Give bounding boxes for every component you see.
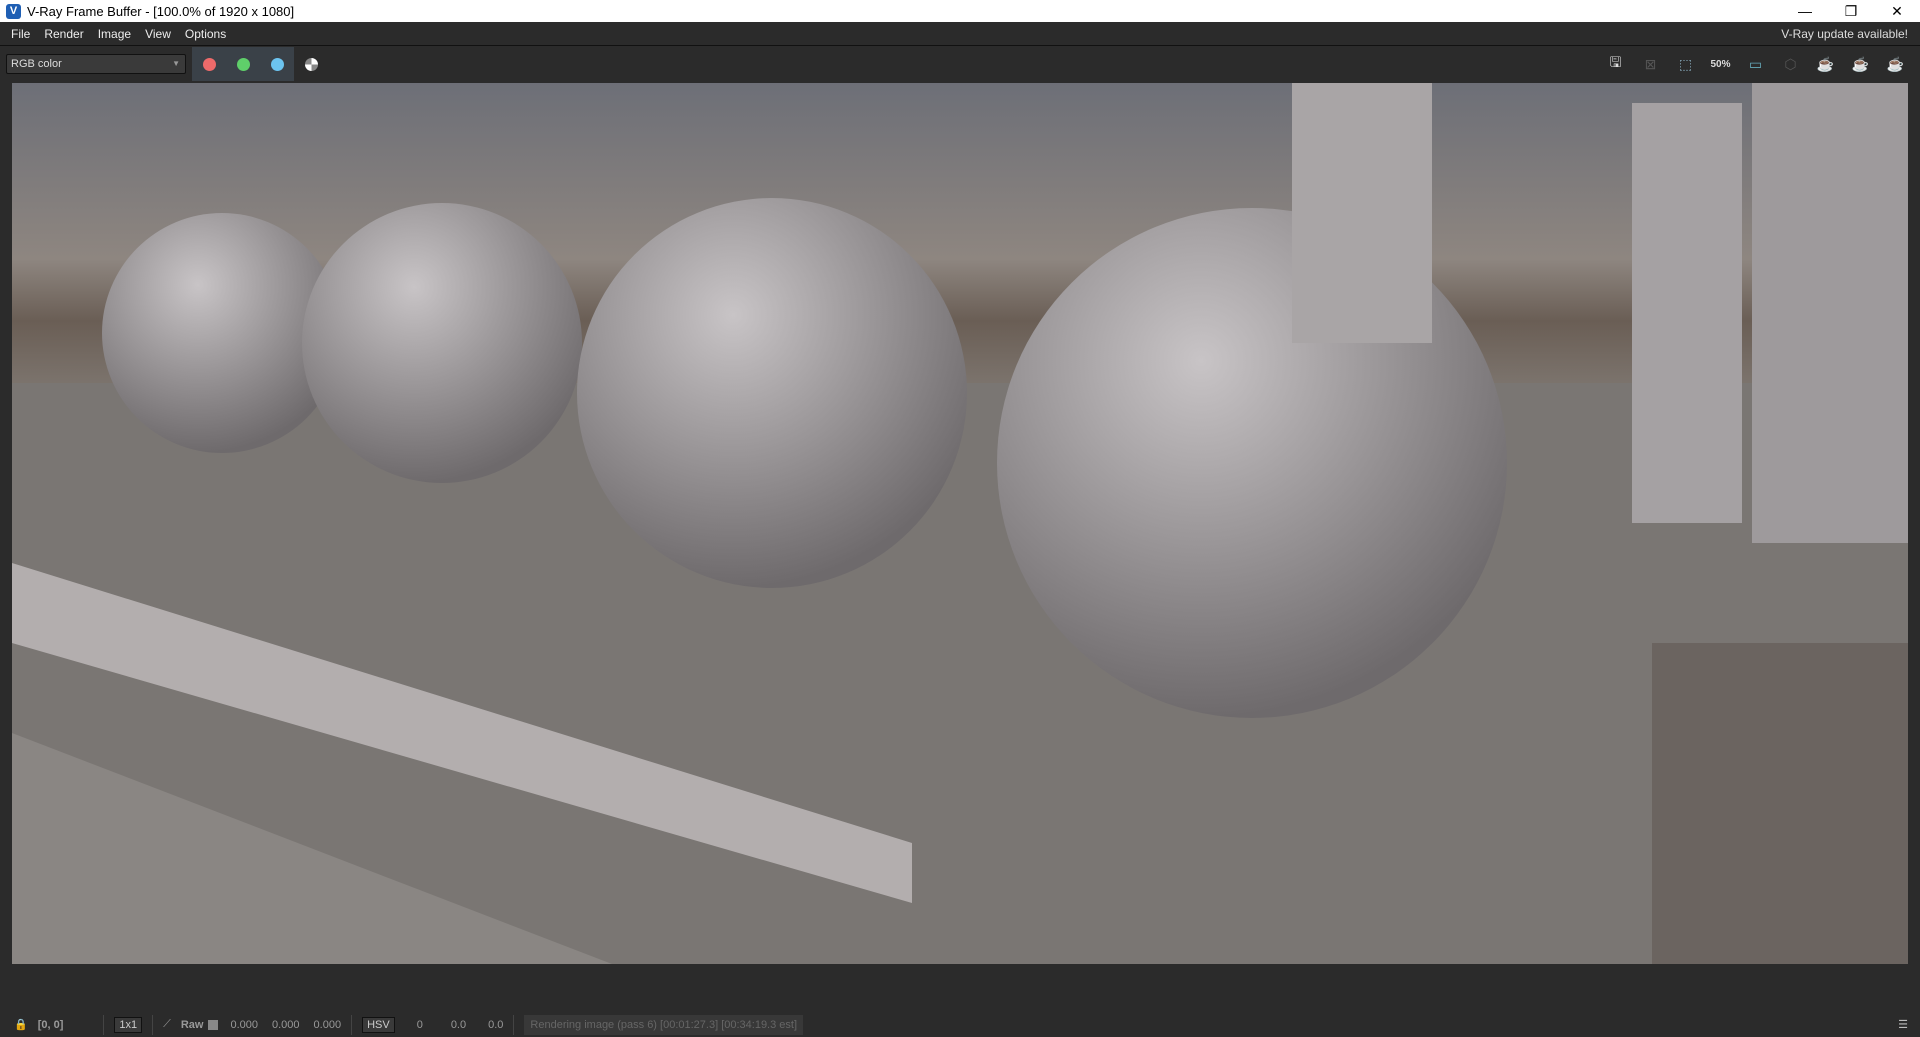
region-render-icon[interactable]: ⬚: [1671, 51, 1700, 77]
color-mode-select[interactable]: HSV: [362, 1016, 395, 1033]
zoom-50-icon[interactable]: 50%: [1706, 51, 1735, 77]
vray-logo-icon: V: [6, 3, 21, 19]
alpha-channel-toggle[interactable]: [294, 47, 328, 81]
s-value: 0.0: [450, 1018, 467, 1031]
stop-render-icon[interactable]: ☕: [1846, 51, 1875, 77]
menu-file[interactable]: File: [0, 27, 37, 41]
g-value: 0.000: [272, 1018, 300, 1031]
render-image[interactable]: [12, 83, 1908, 964]
green-channel-toggle[interactable]: [226, 47, 260, 81]
clear-image-icon[interactable]: ⊠: [1636, 51, 1665, 77]
menu-view[interactable]: View: [138, 27, 178, 41]
red-channel-toggle[interactable]: [192, 47, 226, 81]
h-value: 0: [416, 1018, 423, 1031]
render-progress: Rendering image (pass 6) [00:01:27.3] [0…: [524, 1014, 804, 1035]
lock-icon[interactable]: 🔒: [14, 1018, 28, 1031]
b-value: 0.000: [313, 1018, 342, 1031]
channel-select-value: RGB color: [11, 58, 62, 70]
r-value: 0.000: [230, 1018, 258, 1031]
track-mouse-icon[interactable]: ▭: [1741, 51, 1770, 77]
window-title: V-Ray Frame Buffer - [100.0% of 1920 x 1…: [27, 3, 295, 19]
menu-image[interactable]: Image: [91, 27, 138, 41]
title-bar: V V-Ray Frame Buffer - [100.0% of 1920 x…: [0, 0, 1920, 22]
sample-size-select[interactable]: 1x1: [114, 1016, 143, 1033]
blue-dot-icon: [270, 57, 284, 71]
save-icon[interactable]: 🖫: [1601, 51, 1630, 77]
menu-bar: File Render Image View Options V-Ray upd…: [0, 22, 1920, 46]
green-dot-icon: [236, 57, 250, 71]
toolbar: RGB color ▼ 🖫 ⊠ ⬚ 50% ▭ ⬡ ☕ ☕ ☕: [0, 47, 1920, 81]
menu-options[interactable]: Options: [178, 27, 233, 41]
alpha-icon: [304, 57, 318, 71]
refinery-render: [12, 83, 1908, 964]
curve-icon[interactable]: ⟋: [163, 1018, 171, 1031]
chevron-down-icon: ▼: [172, 59, 180, 68]
render-interactive-icon[interactable]: ⬡: [1776, 51, 1805, 77]
channel-select[interactable]: RGB color ▼: [6, 54, 186, 74]
red-dot-icon: [202, 57, 216, 71]
update-notice[interactable]: V-Ray update available!: [1781, 27, 1908, 41]
raw-label: Raw: [180, 1018, 204, 1031]
log-icon[interactable]: ☰: [1898, 1018, 1908, 1031]
status-bar: 🔒 [0, 0] 1x1 ⟋ Raw 0.000 0.000 0.000 HSV…: [0, 1012, 1920, 1037]
color-swatch: [208, 1019, 219, 1030]
blue-channel-toggle[interactable]: [260, 47, 294, 81]
minimize-button[interactable]: —: [1782, 0, 1828, 22]
pixel-coords: [0, 0]: [37, 1018, 64, 1031]
v-value: 0.0: [488, 1018, 504, 1031]
restore-button[interactable]: ❐: [1828, 0, 1874, 22]
close-button[interactable]: ✕: [1874, 0, 1920, 22]
render-teapot-icon[interactable]: ☕: [1811, 51, 1840, 77]
render-teapot-2-icon[interactable]: ☕: [1881, 51, 1910, 77]
menu-render[interactable]: Render: [37, 27, 90, 41]
